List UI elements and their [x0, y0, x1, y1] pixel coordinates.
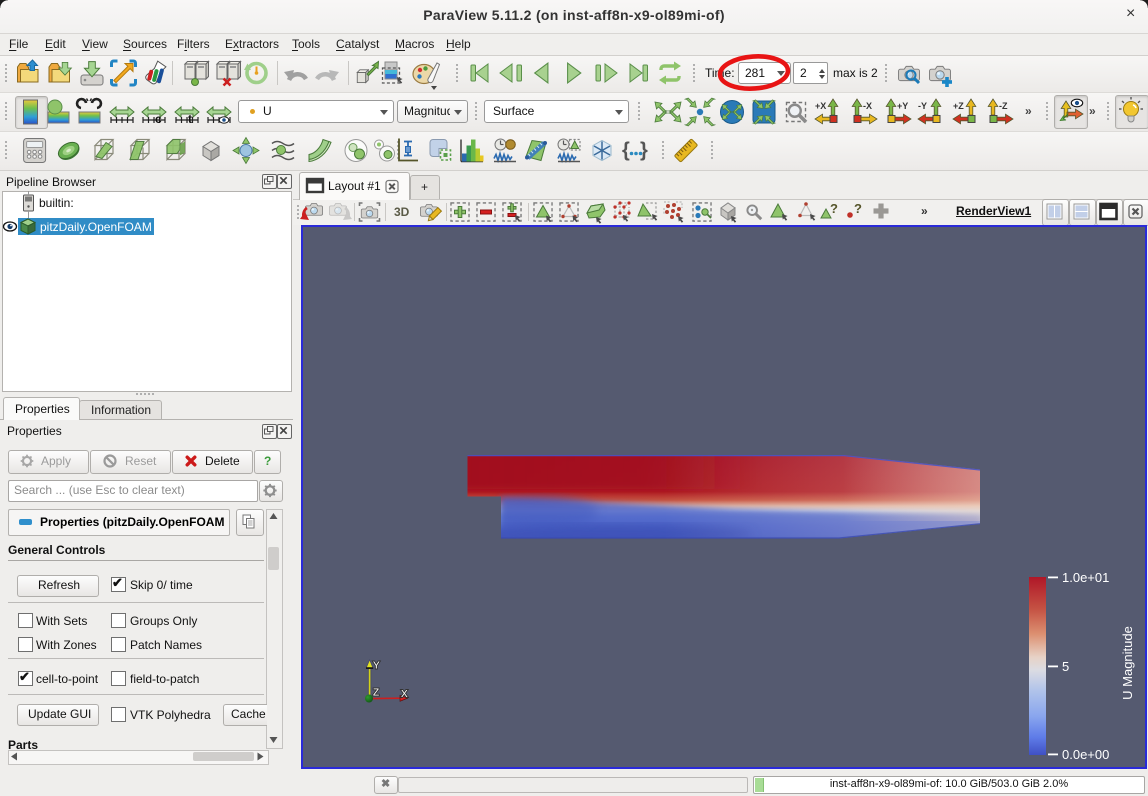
svg-text:5: 5: [1062, 659, 1069, 674]
svg-text:Z: Z: [373, 688, 379, 699]
svg-text:U Magnitude: U Magnitude: [1120, 626, 1135, 700]
svg-text:1.0e+01: 1.0e+01: [1062, 570, 1109, 585]
svg-text:Y: Y: [373, 661, 380, 672]
svg-text:0.0e+00: 0.0e+00: [1062, 747, 1109, 762]
svg-text:X: X: [401, 689, 408, 700]
